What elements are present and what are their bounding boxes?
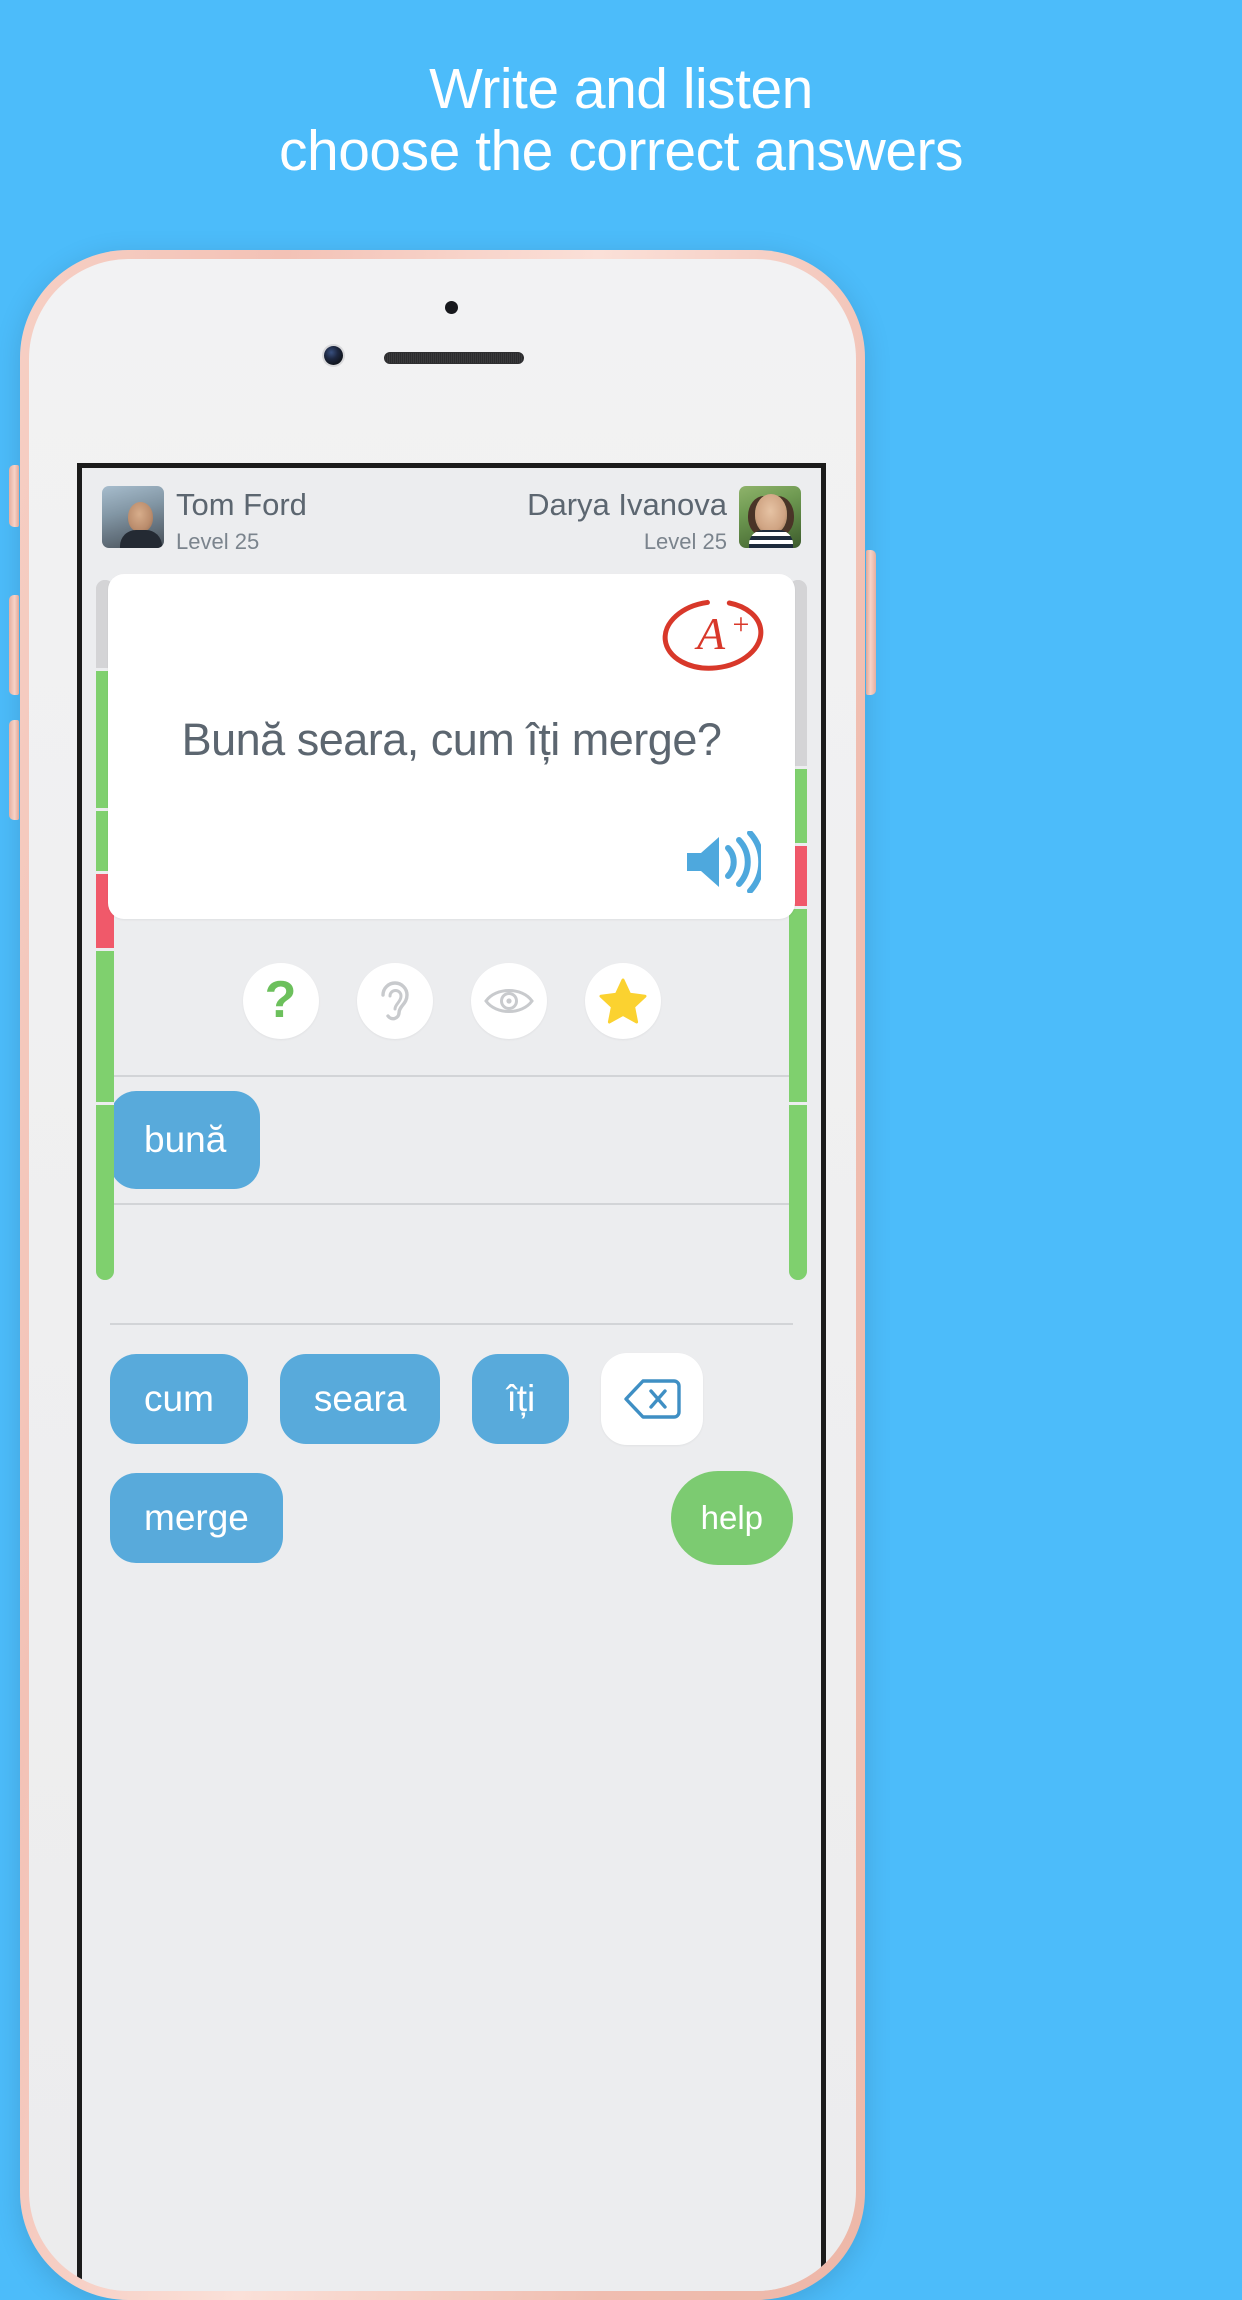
power-button[interactable] [866,550,876,695]
app-screen: Tom Ford Level 25 Darya Ivanova Level 25 [77,463,826,2291]
wordbank-chip[interactable]: cum [110,1354,248,1444]
favorite-star-icon[interactable] [584,963,661,1039]
svg-text:+: + [733,608,750,641]
progress-segment-good [789,909,807,1105]
avatar [739,486,801,548]
promo-line-1: Write and listen [429,57,813,121]
phone-mockup: Tom Ford Level 25 Darya Ivanova Level 25 [9,250,876,2300]
wordbank-row-1: cum seara îți [110,1353,793,1445]
answer-zone-second-line[interactable] [110,1323,793,1325]
help-button[interactable]: help [670,1471,793,1565]
progress-segment-good [96,1105,114,1280]
phone-body: Tom Ford Level 25 Darya Ivanova Level 25 [29,259,856,2291]
wordbank-chip[interactable]: seara [279,1354,441,1444]
front-camera-icon [324,346,343,365]
earpiece-speaker-icon [384,352,524,364]
player-level: Level 25 [643,529,727,554]
backspace-delete-icon[interactable] [601,1353,704,1445]
player-name: Tom Ford [176,487,307,522]
progress-segment-good [96,951,114,1105]
question-text: Bună seara, cum îți merge? [181,714,722,765]
listen-ear-icon[interactable] [356,963,433,1039]
wordbank-chip[interactable]: merge [110,1473,283,1563]
hint-question-glyph: ? [264,970,297,1029]
wordbank-row-2: merge help [110,1471,793,1565]
hint-question-icon[interactable]: ? [242,963,319,1039]
promo-line-2: choose the correct answers [279,119,964,183]
promo-header: Write and listen choose the correct answ… [0,0,1242,182]
player-name: Darya Ivanova [527,487,727,522]
tools-row: ? [82,963,821,1039]
player-level: Level 25 [176,529,260,554]
players-header: Tom Ford Level 25 Darya Ivanova Level 25 [82,468,821,566]
player-right[interactable]: Darya Ivanova Level 25 [527,486,801,557]
wordbank-chip[interactable]: îți [472,1354,570,1444]
grade-badge-icon: A + [659,596,767,674]
avatar [102,486,164,548]
player-left[interactable]: Tom Ford Level 25 [102,486,307,557]
reveal-eye-icon[interactable] [470,963,547,1039]
question-card: A + Bună seara, cum îți merge? [108,574,795,919]
volume-up-button[interactable] [9,595,19,695]
proximity-sensor-icon [445,301,458,314]
svg-text:A: A [694,608,726,659]
speaker-volume-icon[interactable] [681,831,761,893]
volume-down-button[interactable] [9,720,19,820]
silent-switch[interactable] [9,465,19,527]
progress-segment-good [789,1105,807,1280]
answer-chip[interactable]: bună [110,1091,261,1189]
answer-zone[interactable]: bună [110,1075,793,1205]
